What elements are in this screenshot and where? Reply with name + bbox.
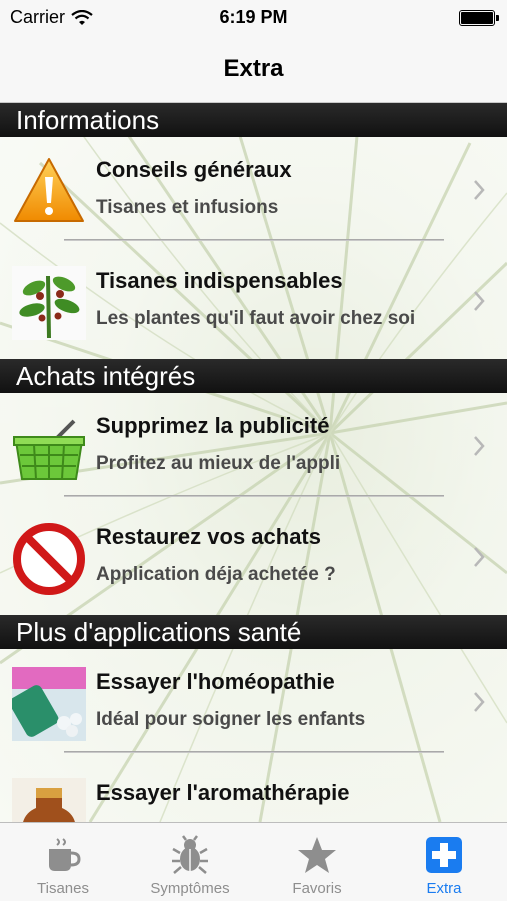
tab-label: Extra [426, 880, 462, 897]
tab-label: Favoris [292, 880, 342, 897]
list-item-conseils-generaux[interactable]: Conseils généraux Tisanes et infusions [0, 137, 507, 247]
chevron-right-icon [474, 180, 485, 200]
tab-label: Symptômes [150, 880, 230, 897]
row-separator [64, 495, 444, 497]
warning-icon [14, 158, 84, 222]
row-subtitle: Profitez au mieux de l'appli [96, 453, 341, 474]
status-time: 6:19 PM [219, 7, 288, 27]
cup-icon [49, 838, 81, 871]
chevron-right-icon [474, 547, 485, 567]
plant-icon [12, 266, 86, 340]
row-subtitle: Les plantes qu'il faut avoir chez soi [96, 308, 416, 329]
list-item-tisanes-indispensables[interactable]: Tisanes indispensables Les plantes qu'il… [0, 248, 507, 358]
list-item-supprimez-publicite[interactable]: Supprimez la publicité Profitez au mieux… [0, 393, 507, 503]
page-title: Extra [223, 55, 284, 82]
row-subtitle: Application déja achetée ? [96, 564, 336, 585]
row-title: Essayer l'homéopathie [96, 669, 335, 694]
row-title: Essayer l'aromathérapie [96, 780, 350, 805]
row-separator [64, 751, 444, 753]
row-subtitle: Tisanes et infusions [96, 197, 279, 218]
section-header-informations: Informations [0, 103, 507, 137]
row-subtitle: Idéal pour soigner les enfants [96, 709, 366, 730]
section-header-plus-applications: Plus d'applications santé [0, 615, 507, 649]
list-item-homeopathie[interactable]: Essayer l'homéopathie Idéal pour soigner… [0, 649, 507, 759]
row-separator [64, 239, 444, 241]
row-title: Tisanes indispensables [96, 268, 343, 293]
extra-list[interactable]: Informations Conseils généraux Tisanes e… [0, 103, 507, 822]
row-title: Conseils généraux [96, 157, 292, 182]
homeopathy-icon [12, 667, 86, 741]
status-bar: Carrier 6:19 PM [0, 0, 507, 36]
chevron-right-icon [474, 436, 485, 456]
tab-symptomes[interactable]: Symptômes [127, 823, 253, 901]
basket-icon [13, 419, 85, 480]
section-header-achats-integres: Achats intégrés [0, 359, 507, 393]
plus-icon [426, 837, 462, 873]
chevron-right-icon [474, 692, 485, 712]
bug-icon [172, 835, 208, 874]
no-entry-icon [13, 523, 85, 595]
list-item-aromatherapie[interactable]: Essayer l'aromathérapie [0, 760, 507, 822]
row-title: Supprimez la publicité [96, 413, 330, 438]
aromatherapy-icon [12, 778, 86, 822]
star-icon [298, 837, 336, 873]
navigation-bar: Extra [0, 36, 507, 103]
tab-bar: Tisanes Symptômes Favoris Extra [0, 822, 507, 901]
tab-extra[interactable]: Extra [381, 823, 507, 901]
list-item-restaurez-achats[interactable]: Restaurez vos achats Application déja ac… [0, 504, 507, 614]
tab-favoris[interactable]: Favoris [254, 823, 380, 901]
tab-label: Tisanes [37, 880, 89, 897]
chevron-right-icon [474, 291, 485, 311]
tab-tisanes[interactable]: Tisanes [0, 823, 126, 901]
row-title: Restaurez vos achats [96, 524, 321, 549]
battery-icon [459, 10, 499, 26]
